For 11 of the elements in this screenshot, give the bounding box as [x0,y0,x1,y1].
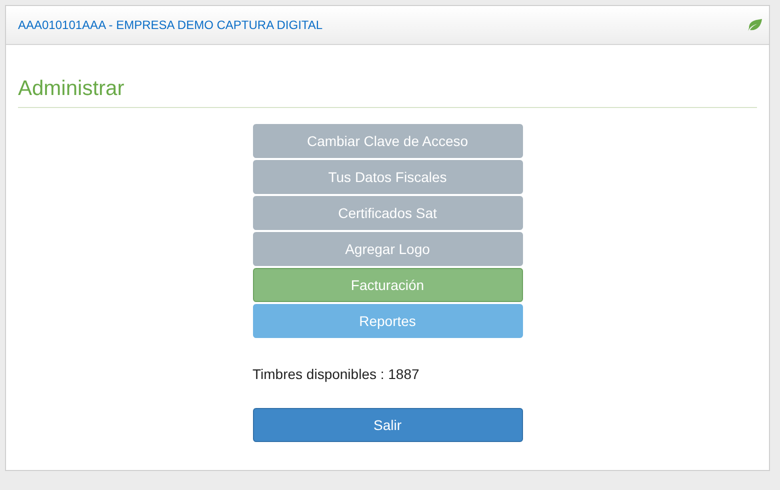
menu-button[interactable]: Agregar Logo [252,232,522,266]
menu-button[interactable]: Facturación [252,268,522,302]
stamps-available-text: Timbres disponibles : 1887 [252,366,420,382]
section-title: Administrar [18,77,757,108]
exit-button[interactable]: Salir [252,408,522,442]
leaf-icon [747,18,763,32]
menu-button[interactable]: Reportes [252,304,522,338]
menu-button[interactable]: Tus Datos Fiscales [252,160,522,194]
company-title: AAA010101AAA - EMPRESA DEMO CAPTURA DIGITAL [18,18,323,32]
menu-button[interactable]: Cambiar Clave de Acceso [252,124,522,158]
menu-button[interactable]: Certificados Sat [252,196,522,230]
